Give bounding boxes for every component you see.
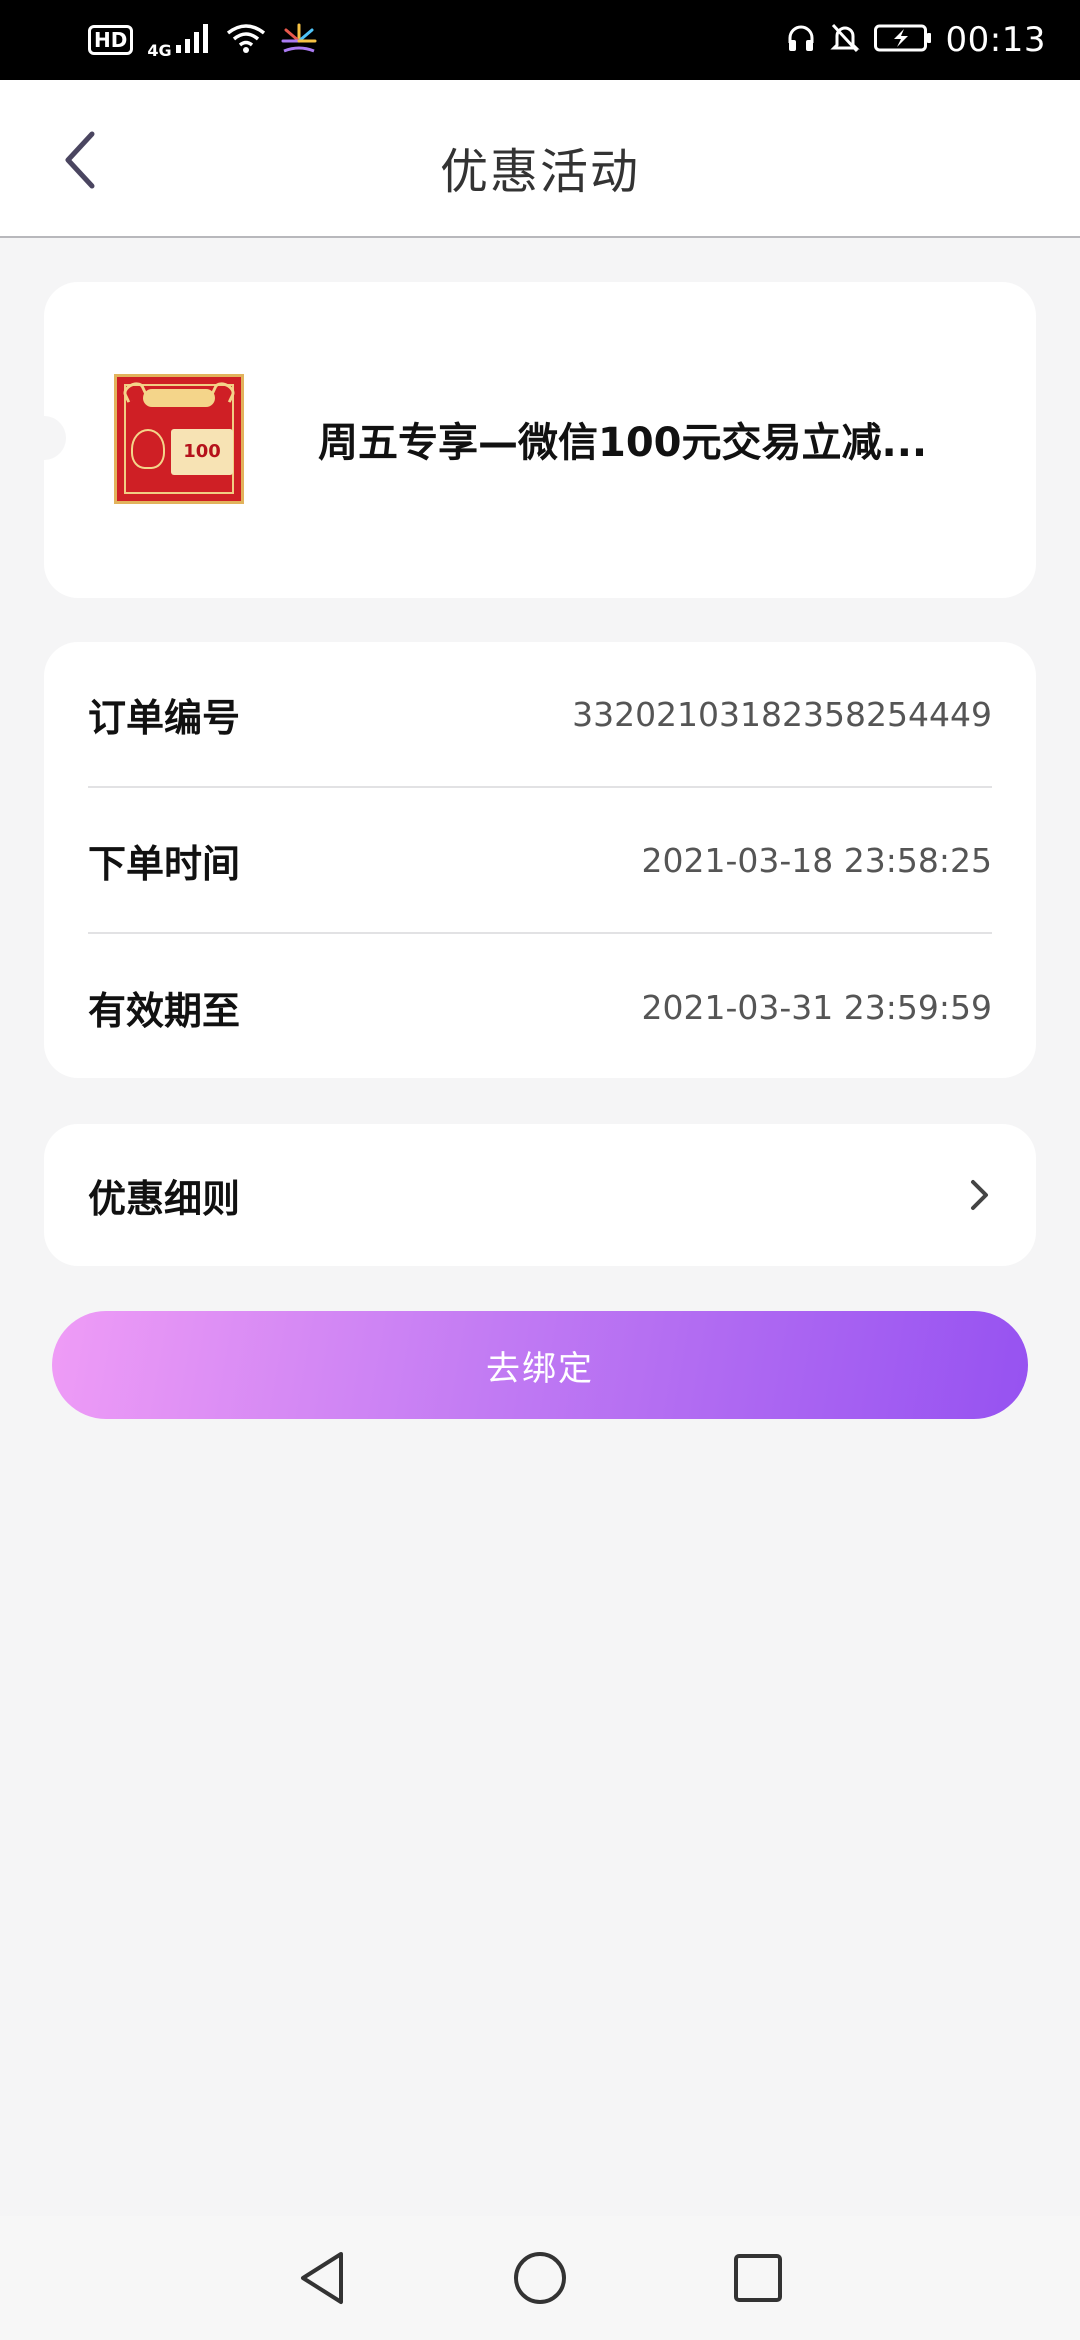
coupon-image-banner [143,389,215,407]
expiry-value: 2021-03-31 23:59:59 [641,987,992,1027]
coupon-card[interactable]: 100 周五专享—微信100元交易立减... [44,282,1036,598]
coupon-title: 周五专享—微信100元交易立减... [318,420,928,466]
status-bar: HD 4G 00:13 [0,0,1080,80]
network-type: 4G [147,40,172,60]
status-right: 00:13 [786,20,1046,60]
rules-card[interactable]: 优惠细则 [44,1124,1036,1266]
order-time-label: 下单时间 [88,841,241,886]
order-number-label: 订单编号 [88,695,241,740]
coupon-image-amount: 100 [171,429,233,475]
page-title: 优惠活动 [439,144,640,200]
rules-row[interactable]: 优惠细则 [88,1124,992,1266]
order-info-card: 订单编号 33202103182358254449 下单时间 2021-03-1… [44,642,1036,1078]
rules-label: 优惠细则 [88,1176,241,1221]
square-recents-icon [734,2254,782,2302]
clock: 00:13 [945,20,1046,60]
hd-badge: HD [88,25,134,55]
wifi-icon [226,23,266,57]
coupon-image-character [131,429,165,469]
headphones-icon [786,23,816,57]
order-time-value: 2021-03-18 23:58:25 [641,840,992,880]
signal-icon [175,23,212,57]
nav-recents-button[interactable] [728,2248,788,2308]
nav-home-button[interactable] [510,2248,570,2308]
title-bar: 优惠活动 [0,80,1080,238]
battery-icon [873,24,932,56]
nav-back-button[interactable] [292,2248,352,2308]
mute-bell-icon [829,22,860,58]
triangle-back-icon [301,2252,343,2304]
order-number-row: 订单编号 33202103182358254449 [88,642,992,788]
circle-home-icon [514,2252,566,2304]
expiry-row: 有效期至 2021-03-31 23:59:59 [88,934,992,1080]
order-number-value: 33202103182358254449 [572,694,992,734]
chevron-right-icon [971,1180,988,1210]
expiry-label: 有效期至 [88,988,241,1033]
status-left: HD 4G [88,21,318,60]
bind-button[interactable]: 去绑定 [52,1311,1028,1419]
fireworks-icon [280,21,318,59]
coupon-notch [44,416,66,460]
coupon-image: 100 [114,374,244,504]
order-time-row: 下单时间 2021-03-18 23:58:25 [88,788,992,934]
system-nav-bar [0,2216,1080,2340]
